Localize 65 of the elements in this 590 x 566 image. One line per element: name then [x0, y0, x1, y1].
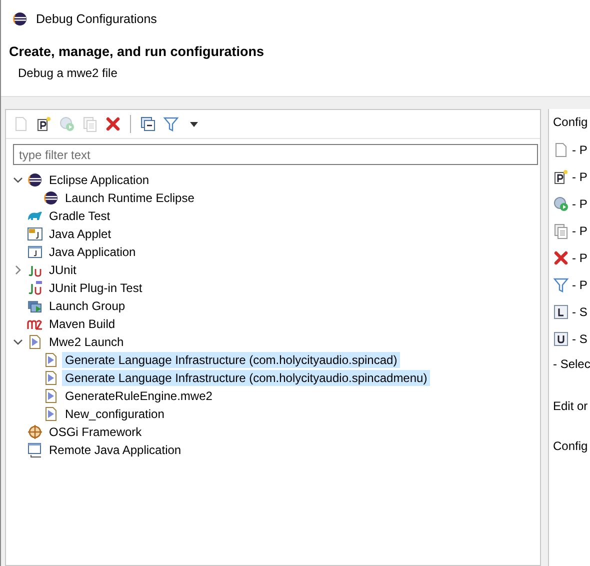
applet-icon [27, 226, 43, 242]
group-icon [27, 298, 43, 314]
document-icon [43, 352, 59, 368]
help-text: Config [553, 439, 589, 453]
tree-item[interactable]: OSGi Framework [46, 424, 145, 440]
ju-plug-icon [27, 280, 43, 296]
help-text: - S [572, 332, 588, 346]
document-icon [27, 334, 43, 350]
crosshair-icon [27, 424, 43, 440]
tree-item[interactable]: Maven Build [46, 316, 118, 332]
copy-icon [82, 116, 98, 132]
document-icon [43, 388, 59, 404]
delete-icon [553, 250, 569, 266]
eclipse-icon [12, 11, 28, 27]
filter-icon [163, 116, 179, 132]
p-file-icon [36, 116, 52, 132]
filter-field[interactable]: type filter text [13, 144, 538, 165]
filter-icon [553, 276, 569, 292]
tree-item[interactable]: Launch Group [46, 298, 128, 314]
delete-icon [105, 116, 121, 132]
help-text: - P [572, 142, 588, 156]
chevron-right-icon[interactable] [13, 265, 23, 275]
tree-item[interactable]: Java Application [46, 244, 139, 260]
chevron-down-icon[interactable] [13, 337, 23, 347]
help-text: Edit or [553, 399, 589, 413]
dialog-message: Debug a mwe2 file [18, 66, 118, 80]
p-file-icon [553, 168, 569, 184]
remote-icon [27, 442, 43, 458]
tree-item[interactable]: JUnit Plug-in Test [46, 280, 146, 296]
eclipse-icon [43, 190, 59, 206]
help-text: - P [572, 170, 588, 184]
u-icon [553, 330, 569, 346]
help-text: - P [572, 278, 588, 292]
help-text: - Selec [553, 357, 590, 371]
help-text: - P [572, 196, 588, 210]
document-icon [43, 370, 59, 386]
chevron-down-icon[interactable] [13, 175, 23, 185]
tree-item[interactable]: JUnit [46, 262, 80, 278]
help-text: - P [572, 250, 588, 264]
eclipse-icon [27, 172, 43, 188]
help-title: Config [553, 115, 589, 129]
tree-item[interactable]: Java Applet [46, 226, 114, 242]
tree-item[interactable]: Gradle Test [46, 208, 114, 224]
tree-item[interactable]: Generate Language Infrastructure (com.holycityaudio.spincad) [62, 352, 400, 368]
copy-icon [553, 222, 569, 238]
collapse-icon [140, 116, 156, 132]
tree-item[interactable]: GenerateRuleEngine.mwe2 [62, 388, 216, 404]
globe-icon [59, 116, 75, 132]
tree-item[interactable]: Generate Language Infrastructure (com.holycityaudio.spincadmenu) [62, 370, 430, 386]
tree-item[interactable]: Eclipse Application [46, 172, 152, 188]
tree-item[interactable]: Mwe2 Launch [46, 334, 127, 350]
tree-item[interactable]: Remote Java Application [46, 442, 184, 458]
globe-icon [553, 196, 569, 212]
dialog-title: Create, manage, and run configurations [9, 44, 266, 59]
document-icon [43, 406, 59, 422]
l-icon [553, 304, 569, 320]
help-text: - S [572, 304, 588, 318]
tree-item[interactable]: New_configuration [62, 406, 168, 422]
new-file-icon [553, 142, 569, 158]
new-file-icon [13, 116, 29, 132]
window-title: Debug Configurations [36, 12, 157, 26]
toolbar-button[interactable] [35, 115, 53, 133]
window-icon [27, 244, 43, 260]
tree-item[interactable]: Launch Runtime Eclipse [62, 190, 198, 206]
help-text: - P [572, 224, 588, 238]
